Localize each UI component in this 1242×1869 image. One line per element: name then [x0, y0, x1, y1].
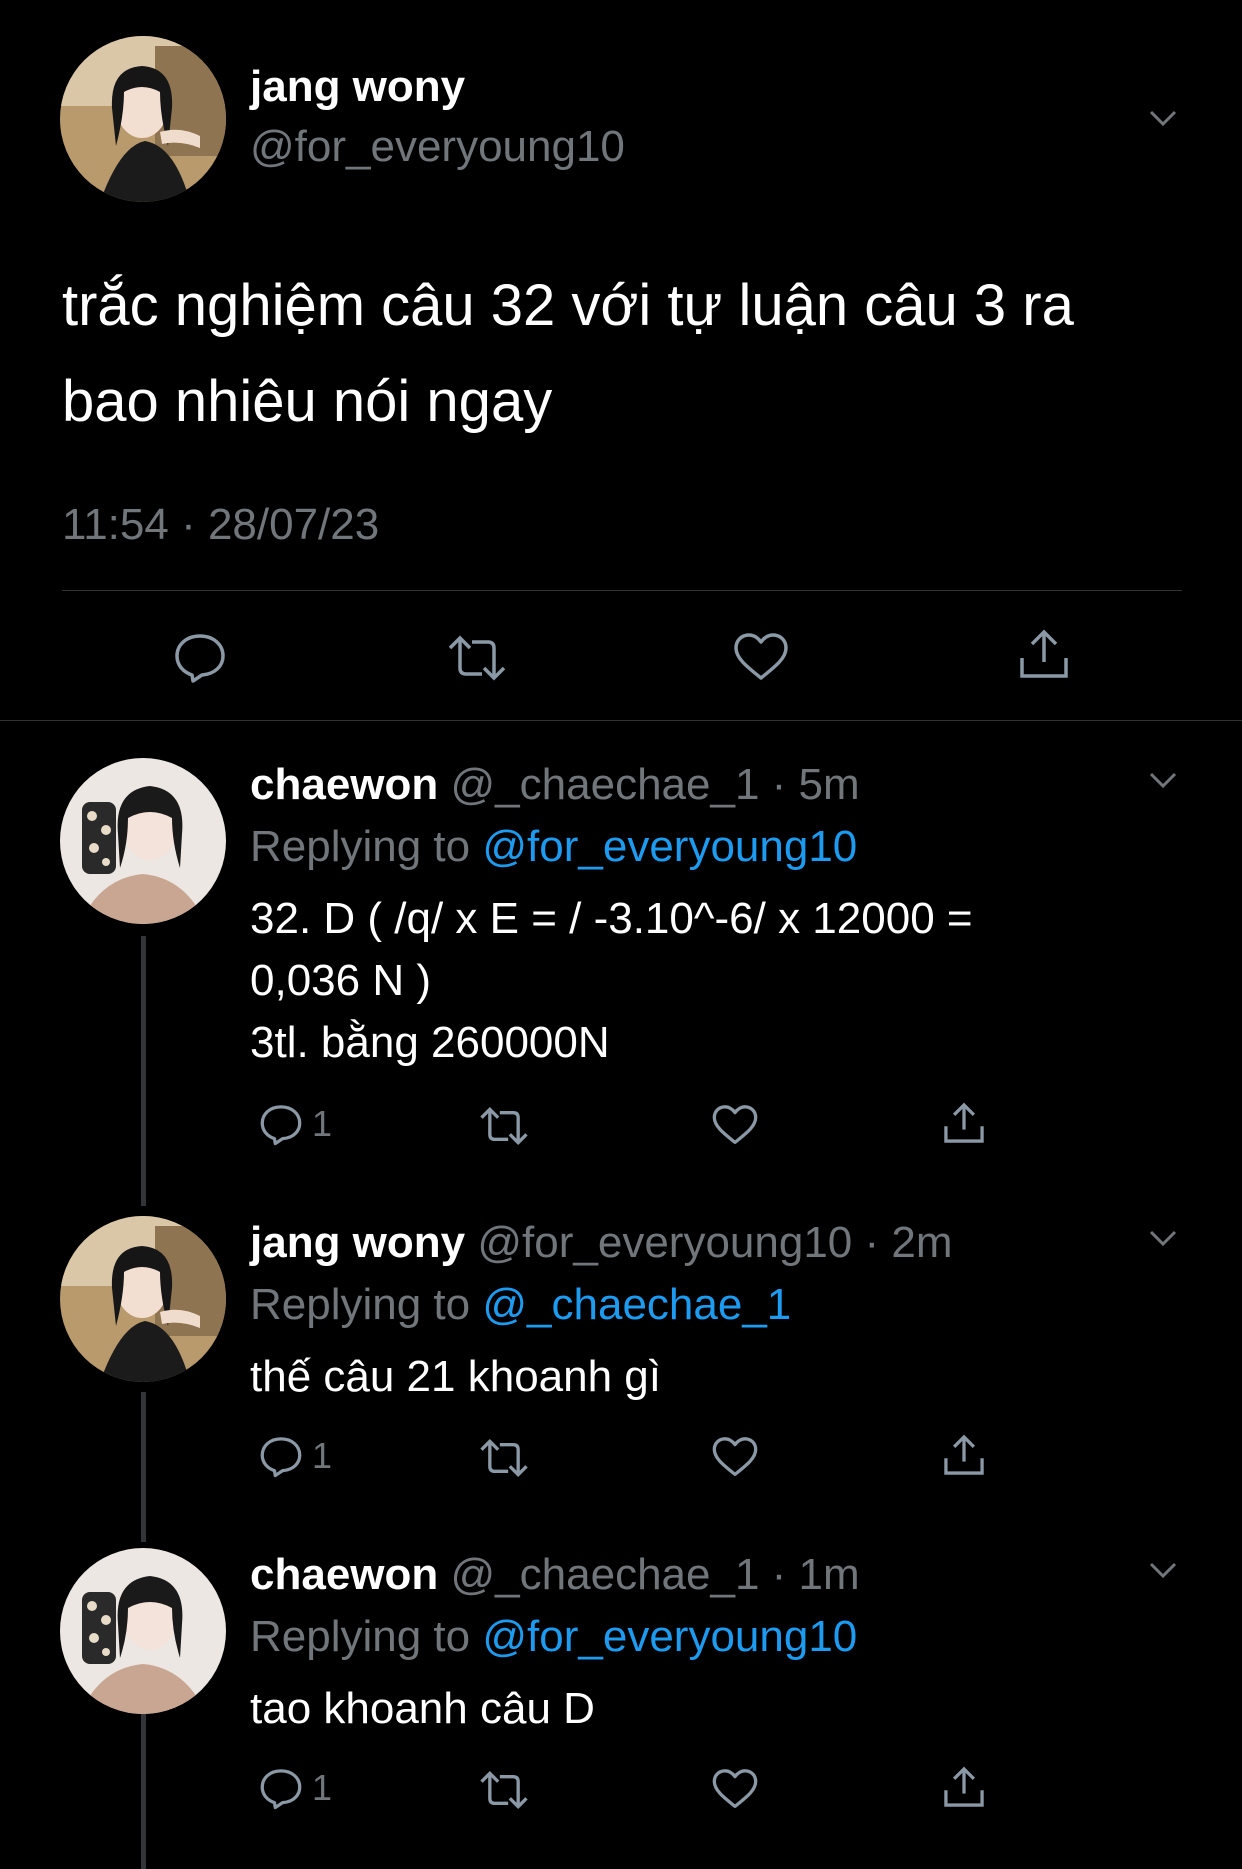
- replying-mention-link[interactable]: @for_everyoung10: [482, 822, 857, 871]
- reply-author-name[interactable]: chaewon: [250, 1550, 438, 1599]
- reply-author-meta[interactable]: @for_everyoung10 · 2m: [477, 1218, 952, 1267]
- share-button[interactable]: [941, 1432, 987, 1478]
- like-icon: [712, 1769, 758, 1809]
- reply-author-avatar[interactable]: [60, 1216, 226, 1382]
- reply-author-avatar[interactable]: [60, 758, 226, 924]
- thread-connector: [141, 1392, 146, 1542]
- replying-to: Replying to @for_everyoung10: [250, 822, 857, 872]
- avatar-photo-icon: [60, 36, 226, 202]
- replying-label: Replying to: [250, 1280, 471, 1329]
- main-author-name[interactable]: jang wony: [250, 62, 465, 112]
- divider: [62, 590, 1182, 591]
- main-author-avatar[interactable]: [60, 36, 226, 202]
- reply-author-avatar[interactable]: [60, 1548, 226, 1714]
- retweet-icon: [480, 1438, 528, 1478]
- reply-icon: [260, 1769, 302, 1810]
- more-options-chevron-icon[interactable]: [1148, 1228, 1178, 1248]
- reply-author-meta[interactable]: @_chaechae_1 · 1m: [451, 1550, 860, 1599]
- main-tweet-text: trắc nghiệm câu 32 với tự luận câu 3 ra …: [62, 273, 1074, 434]
- retweet-button[interactable]: [478, 1106, 530, 1146]
- more-options-chevron-icon[interactable]: [1148, 1560, 1178, 1580]
- reply-count: 1: [312, 1767, 333, 1808]
- reply-text-line: 3tl. bằng 260000N: [250, 1018, 610, 1067]
- avatar-photo-icon: [60, 758, 226, 924]
- reply-icon: [260, 1437, 302, 1478]
- retweet-icon: [480, 1106, 528, 1146]
- tweet-timestamp[interactable]: 11:54 · 28/07/23: [62, 500, 379, 550]
- more-options-chevron-icon[interactable]: [1148, 770, 1178, 790]
- reply-text-line: tao khoanh câu D: [250, 1684, 595, 1733]
- reply-header: jang wony @for_everyoung10 · 2m: [250, 1218, 953, 1268]
- retweet-button[interactable]: [478, 1770, 530, 1810]
- replying-mention-link[interactable]: @_chaechae_1: [482, 1280, 791, 1329]
- share-icon: [944, 1766, 984, 1807]
- like-icon: [734, 633, 788, 680]
- reply-text-line: thế câu 21 khoanh gì: [250, 1352, 661, 1401]
- thread-connector: [141, 1712, 146, 1869]
- reply-text-line: 0,036 N ): [250, 956, 431, 1005]
- like-button[interactable]: [711, 1104, 759, 1146]
- like-button[interactable]: [732, 632, 790, 682]
- more-options-chevron-icon[interactable]: [1148, 108, 1178, 128]
- share-icon: [944, 1434, 984, 1475]
- reply-icon: [260, 1105, 302, 1146]
- reply-button[interactable]: 1: [258, 1434, 332, 1478]
- main-author-handle[interactable]: @for_everyoung10: [250, 122, 625, 172]
- avatar-photo-icon: [60, 1548, 226, 1714]
- reply-count: 1: [312, 1103, 333, 1144]
- reply-header: chaewon @_chaechae_1 · 5m: [250, 760, 860, 810]
- reply-author-meta[interactable]: @_chaechae_1 · 5m: [451, 760, 860, 809]
- share-button[interactable]: [941, 1764, 987, 1810]
- replying-label: Replying to: [250, 822, 471, 871]
- reply-header: chaewon @_chaechae_1 · 1m: [250, 1550, 860, 1600]
- share-button[interactable]: [941, 1100, 987, 1146]
- reply-text: 32. D ( /q/ x E = / -3.10^-6/ x 12000 = …: [250, 888, 1150, 1074]
- reply-author-name[interactable]: chaewon: [250, 760, 438, 809]
- reply-button[interactable]: 1: [258, 1102, 332, 1146]
- reply-author-name[interactable]: jang wony: [250, 1218, 465, 1267]
- reply-text: tao khoanh câu D: [250, 1678, 1150, 1740]
- retweet-icon: [480, 1770, 528, 1810]
- reply-text: thế câu 21 khoanh gì: [250, 1346, 1150, 1408]
- thread-connector: [141, 936, 146, 1206]
- reply-button[interactable]: 1: [258, 1766, 332, 1810]
- replying-to: Replying to @_chaechae_1: [250, 1280, 791, 1330]
- share-icon: [944, 1102, 984, 1143]
- divider: [0, 720, 1242, 721]
- like-button[interactable]: [711, 1436, 759, 1478]
- reply-text-line: 32. D ( /q/ x E = / -3.10^-6/ x 12000 =: [250, 894, 973, 943]
- reply-button[interactable]: [172, 630, 228, 684]
- reply-icon: [175, 634, 225, 683]
- retweet-button[interactable]: [478, 1438, 530, 1478]
- replying-mention-link[interactable]: @for_everyoung10: [482, 1612, 857, 1661]
- replying-label: Replying to: [250, 1612, 471, 1661]
- like-button[interactable]: [711, 1768, 759, 1810]
- avatar-photo-icon: [60, 1216, 226, 1382]
- replying-to: Replying to @for_everyoung10: [250, 1612, 857, 1662]
- reply-count: 1: [312, 1435, 333, 1476]
- retweet-icon: [448, 635, 506, 681]
- like-icon: [712, 1437, 758, 1477]
- share-button[interactable]: [1016, 626, 1072, 682]
- share-icon: [1020, 629, 1068, 678]
- like-icon: [712, 1105, 758, 1145]
- retweet-button[interactable]: [446, 634, 508, 682]
